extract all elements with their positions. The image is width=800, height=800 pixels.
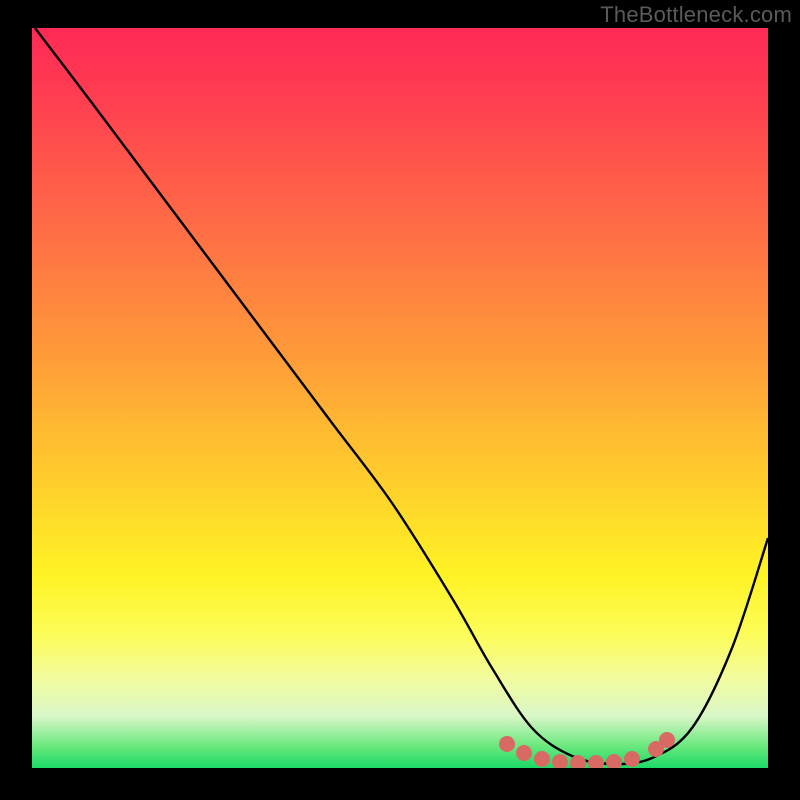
highlight-dots: [499, 732, 675, 768]
highlight-dot: [499, 736, 515, 752]
highlight-dot: [624, 751, 640, 767]
highlight-dot: [552, 754, 568, 768]
main-curve: [35, 28, 768, 764]
highlight-dot: [659, 732, 675, 748]
highlight-dot: [588, 755, 604, 768]
chart-frame: TheBottleneck.com: [0, 0, 800, 800]
watermark-text: TheBottleneck.com: [600, 2, 792, 28]
plot-area: [32, 28, 768, 768]
highlight-dot: [606, 754, 622, 768]
highlight-dot: [516, 745, 532, 761]
highlight-dot: [534, 751, 550, 767]
curve-layer: [32, 28, 768, 768]
